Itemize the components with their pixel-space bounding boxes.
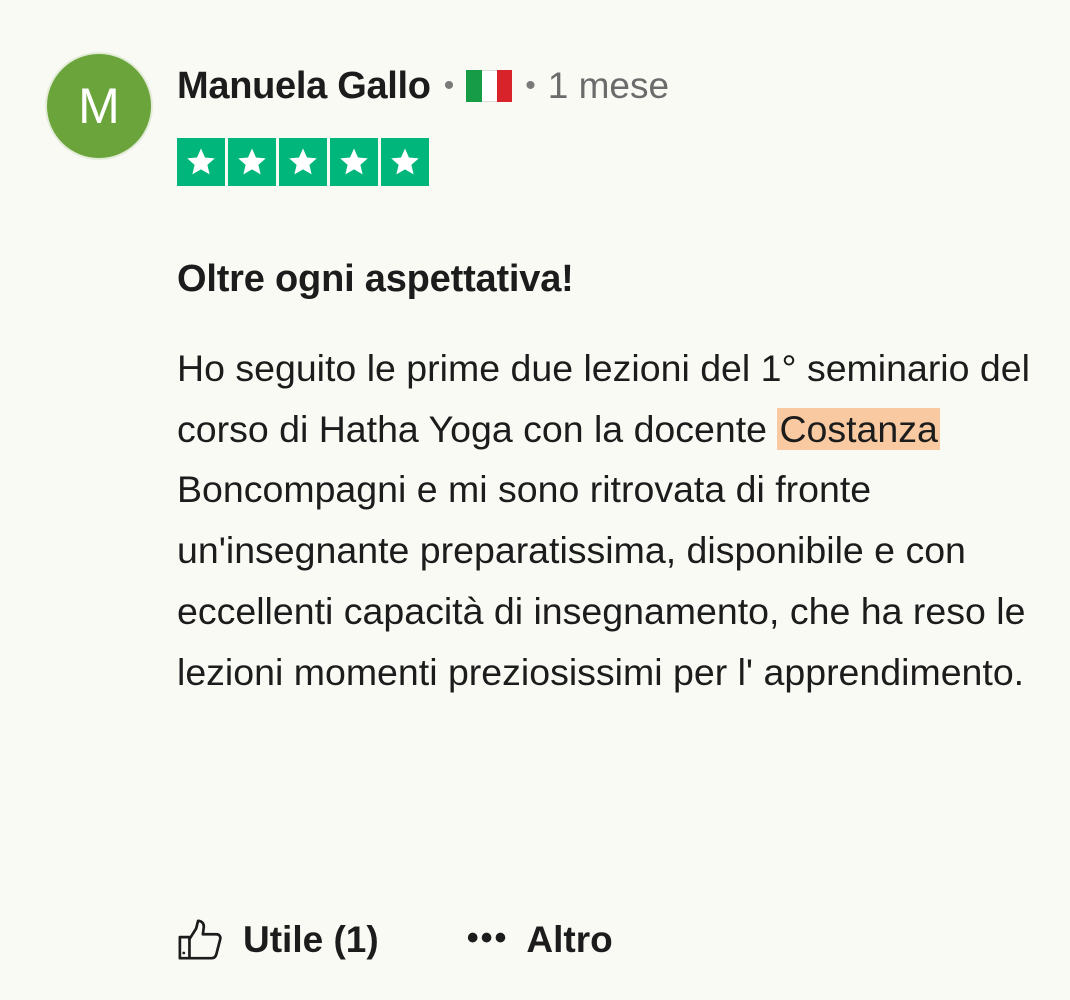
star-icon <box>381 138 429 186</box>
review-text: Boncompagni e mi sono ritrovata di front… <box>177 468 1026 693</box>
review-card: M Manuela Gallo • • 1 mese Oltre ogni as… <box>0 0 1070 1000</box>
more-button[interactable]: ••• Altro <box>467 919 613 961</box>
review-header: Manuela Gallo • • 1 mese <box>177 62 669 110</box>
more-label: Altro <box>526 919 613 960</box>
highlighted-text: Costanza <box>777 407 940 450</box>
star-icon <box>279 138 327 186</box>
star-icon <box>228 138 276 186</box>
useful-label: Utile (1) <box>243 919 379 960</box>
star-rating <box>177 138 429 186</box>
avatar-initial: M <box>78 78 120 134</box>
review-date: 1 mese <box>547 65 670 106</box>
review-actions: Utile (1) ••• Altro <box>177 912 613 968</box>
italy-flag-icon <box>466 70 513 102</box>
star-icon <box>177 138 225 186</box>
review-title: Oltre ogni aspettativa! <box>177 258 574 300</box>
useful-button[interactable]: Utile (1) <box>177 917 379 963</box>
author-name[interactable]: Manuela Gallo <box>177 65 431 108</box>
separator-dot: • <box>525 69 536 102</box>
separator-dot: • <box>443 69 455 102</box>
review-body: Ho seguito le prime due lezioni del 1° s… <box>177 338 1047 702</box>
avatar[interactable]: M <box>45 52 153 160</box>
more-dots-icon: ••• <box>466 918 509 957</box>
thumbs-up-icon <box>178 919 222 960</box>
star-icon <box>330 138 378 186</box>
